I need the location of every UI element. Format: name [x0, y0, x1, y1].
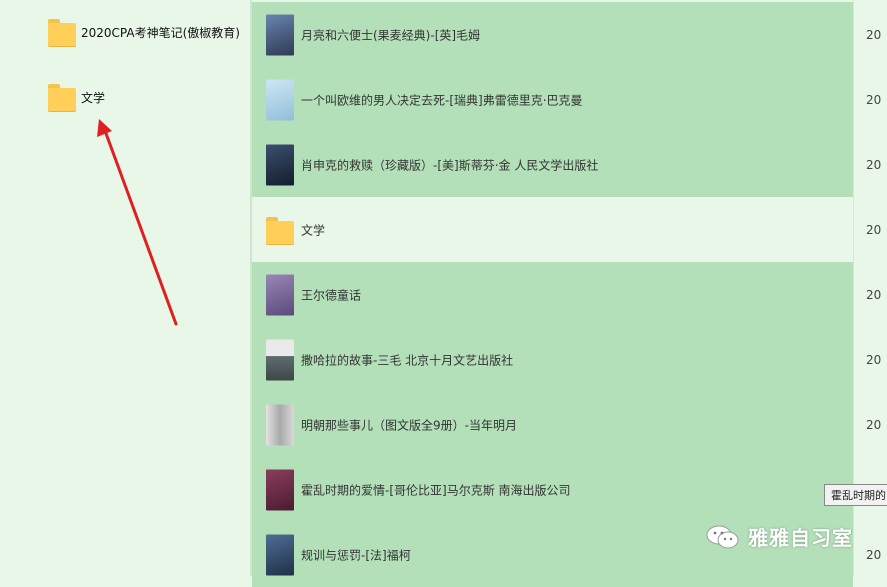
file-name: 文学 [301, 223, 326, 237]
file-date: 20 [866, 92, 882, 107]
folder-item-literature[interactable]: 文学 [48, 82, 105, 112]
file-list: 月亮和六便士(果麦经典)-[英]毛姆 20 一个叫欧维的男人决定去死-[瑞典]弗… [252, 0, 887, 587]
book-cover-thumbnail [266, 274, 294, 315]
file-date: 20 [866, 352, 882, 367]
folder-icon [48, 17, 76, 47]
book-cover-thumbnail [266, 14, 294, 55]
file-name: 撒哈拉的故事-三毛 北京十月文艺出版社 [301, 353, 514, 367]
folder-label: 2020CPA考神笔记(傲椒教育) [81, 25, 240, 40]
file-name: 一个叫欧维的男人决定去死-[瑞典]弗雷德里克·巴克曼 [301, 93, 583, 107]
file-row[interactable]: 肖申克的救赎（珍藏版）-[美]斯蒂芬·金 人民文学出版社 20 [252, 132, 881, 197]
book-cover-thumbnail [266, 534, 294, 575]
wechat-icon [706, 524, 740, 550]
file-date: 20 [866, 417, 882, 432]
folder-item-cpa-notes[interactable]: 2020CPA考神笔记(傲椒教育) [48, 17, 240, 47]
file-name: 规训与惩罚-[法]福柯 [301, 548, 411, 562]
file-name: 月亮和六便士(果麦经典)-[英]毛姆 [301, 28, 481, 42]
folder-icon [266, 215, 294, 245]
file-row[interactable]: 一个叫欧维的男人决定去死-[瑞典]弗雷德里克·巴克曼 20 [252, 67, 881, 132]
book-cover-thumbnail [266, 404, 294, 445]
file-date: 20 [866, 222, 882, 237]
file-date: 20 [866, 547, 882, 562]
file-date: 20 [866, 27, 882, 42]
file-row[interactable]: 王尔德童话 20 [252, 262, 881, 327]
tooltip: 霍乱时期的 [824, 484, 887, 506]
file-row[interactable]: 明朝那些事儿（图文版全9册）-当年明月 20 [252, 392, 881, 457]
file-row[interactable]: 撒哈拉的故事-三毛 北京十月文艺出版社 20 [252, 327, 881, 392]
book-cover-thumbnail [266, 144, 294, 185]
file-name: 王尔德童话 [301, 288, 362, 302]
left-pane: 2020CPA考神笔记(傲椒教育) 文学 [0, 0, 250, 576]
folder-icon [48, 82, 76, 112]
file-date: 20 [866, 287, 882, 302]
file-name: 明朝那些事儿（图文版全9册）-当年明月 [301, 418, 517, 432]
file-name: 霍乱时期的爱情-[哥伦比亚]马尔克斯 南海出版公司 [301, 483, 571, 497]
book-cover-thumbnail [266, 79, 294, 120]
folder-row[interactable]: 文学 20 [252, 197, 881, 262]
file-date: 20 [866, 157, 882, 172]
file-row[interactable]: 霍乱时期的爱情-[哥伦比亚]马尔克斯 南海出版公司 20 [252, 457, 881, 522]
watermark-text: 雅雅自习室 [748, 526, 853, 550]
file-name: 肖申克的救赎（珍藏版）-[美]斯蒂芬·金 人民文学出版社 [301, 158, 599, 172]
file-row[interactable]: 月亮和六便士(果麦经典)-[英]毛姆 20 [252, 2, 881, 67]
book-cover-thumbnail [266, 339, 294, 380]
watermark: 雅雅自习室 [706, 522, 853, 551]
folder-label: 文学 [81, 90, 106, 105]
book-cover-thumbnail [266, 469, 294, 510]
